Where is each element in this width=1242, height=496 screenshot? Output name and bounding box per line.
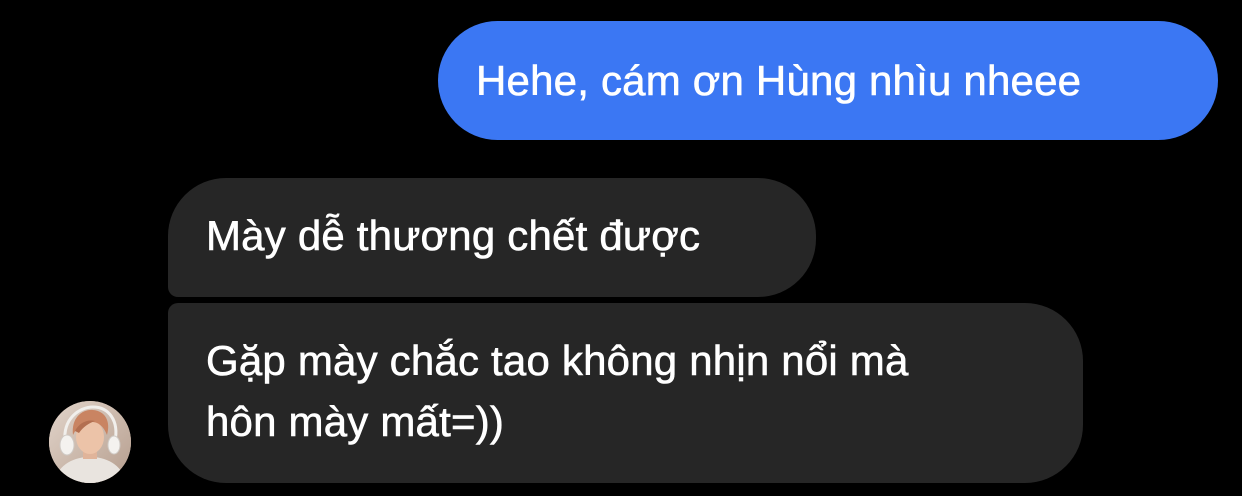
avatar-photo-icon <box>49 401 131 483</box>
message-text-line: Gặp mày chắc tao không nhịn nổi mà <box>206 337 909 385</box>
outgoing-message-bubble[interactable]: Hehe, cám ơn Hùng nhìu nheee <box>438 21 1218 140</box>
incoming-message-bubble[interactable]: Gặp mày chắc tao không nhịn nổi mà hôn m… <box>168 303 1083 483</box>
incoming-message-bubble[interactable]: Mày dễ thương chết được <box>168 178 816 297</box>
message-text-line: hôn mày mất=)) <box>206 398 505 446</box>
message-text: Mày dễ thương chết được <box>206 212 701 260</box>
contact-avatar[interactable] <box>49 401 131 483</box>
message-text: Hehe, cám ơn Hùng nhìu nheee <box>476 57 1082 105</box>
